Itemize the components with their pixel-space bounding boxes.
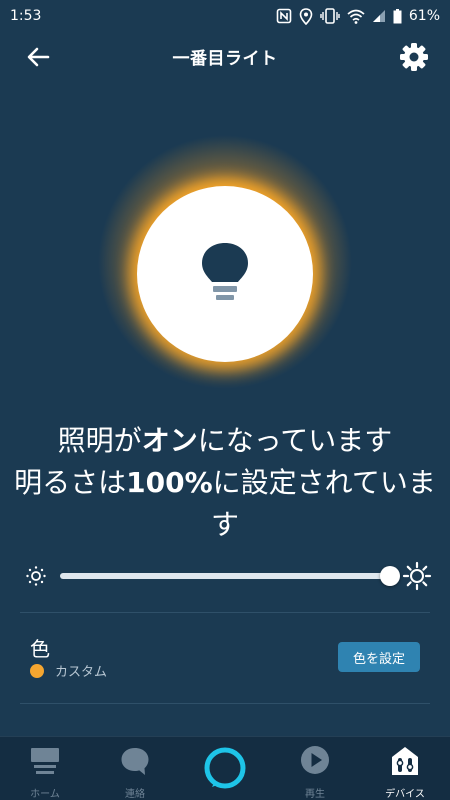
- battery-percent: 61%: [408, 8, 440, 24]
- signal-icon: [372, 10, 385, 22]
- nav-item-devices[interactable]: デバイス: [360, 737, 450, 800]
- nav-item-alexa[interactable]: [180, 737, 270, 800]
- divider: [20, 703, 430, 704]
- divider: [20, 612, 430, 613]
- brightness-slider-row: [0, 558, 450, 594]
- page-title: 一番目ライト: [172, 49, 278, 69]
- alexa-ring-icon: [204, 747, 246, 789]
- status-text-part1: 照明が: [57, 424, 142, 457]
- nav-item-contacts[interactable]: 連絡: [90, 737, 180, 800]
- bottom-nav: ホーム 連絡 再生 デバイス: [0, 736, 450, 800]
- status-icons: 61%: [276, 7, 440, 25]
- brightness-slider[interactable]: [60, 566, 400, 586]
- gear-icon: [400, 43, 428, 71]
- color-swatch: [30, 664, 44, 678]
- status-text-part3: 明るさは: [14, 466, 127, 499]
- status-on-label: オン: [141, 424, 198, 457]
- sun-bright-icon: [402, 561, 432, 591]
- vibrate-icon: [320, 8, 340, 24]
- chat-bubble-icon: [121, 748, 149, 775]
- brightness-value: 100%: [126, 466, 213, 499]
- light-toggle-button[interactable]: [137, 186, 313, 362]
- status-bar: 1:53 61%: [0, 0, 450, 32]
- nav-item-play[interactable]: 再生: [270, 737, 360, 800]
- status-time: 1:53: [10, 8, 42, 24]
- set-color-button[interactable]: 色を設定: [338, 642, 420, 672]
- devices-icon: [392, 747, 418, 775]
- light-status-text: 照明がオンになっています 明るさは100%に設定されています: [14, 420, 436, 546]
- wifi-icon: [347, 9, 365, 24]
- brightness-slider-thumb[interactable]: [380, 566, 400, 586]
- play-icon: [301, 746, 329, 774]
- nav-label-contacts: 連絡: [125, 789, 145, 800]
- sun-dim-icon: [26, 566, 46, 586]
- light-bulb-icon: [202, 243, 248, 300]
- app-header: 一番目ライト: [0, 32, 450, 82]
- device-screen: 1:53 61% 一番目ライト 照明がオンになっています 明るさは100%に設定…: [0, 0, 450, 800]
- color-label: 色: [30, 637, 50, 661]
- nav-label-home: ホーム: [30, 789, 60, 800]
- settings-button[interactable]: [398, 41, 430, 73]
- status-text-part4: に設定されています: [210, 466, 436, 541]
- location-icon: [299, 7, 313, 25]
- home-icon: [31, 748, 59, 774]
- nfc-icon: [276, 8, 292, 24]
- nav-label-play: 再生: [305, 789, 325, 800]
- battery-icon: [393, 8, 402, 23]
- nav-label-devices: デバイス: [385, 789, 425, 800]
- nav-item-home[interactable]: ホーム: [0, 737, 90, 800]
- status-text-part2: になっています: [197, 424, 393, 457]
- color-value: カスタム: [55, 665, 108, 680]
